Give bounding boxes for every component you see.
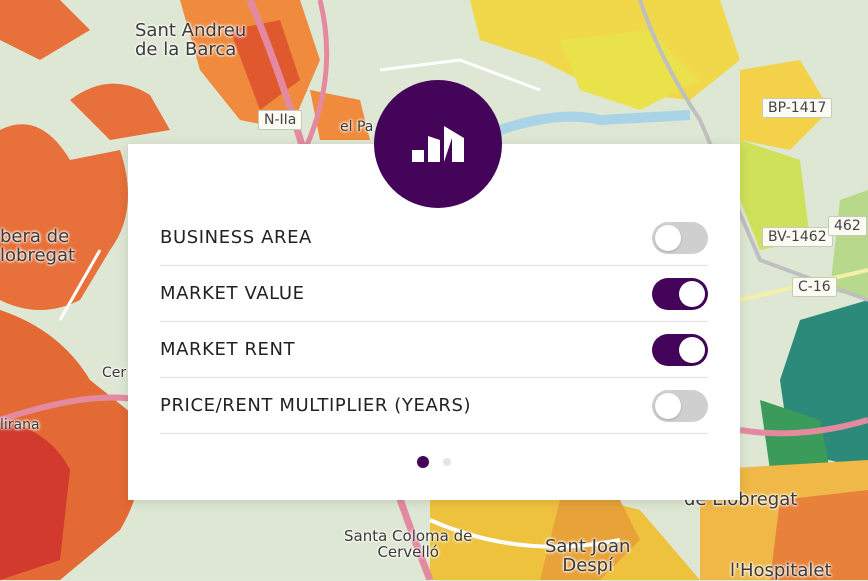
toggle-label-market-value: MARKET VALUE (160, 283, 305, 304)
toggle-label-business-area: BUSINESS AREA (160, 227, 312, 248)
market-value-toggle[interactable] (652, 277, 708, 310)
map-label-hospitalet: l'Hospitalet (730, 560, 832, 581)
pagination-dot-1[interactable] (417, 456, 429, 468)
toggle-row-market-value: MARKET VALUE (160, 266, 708, 322)
road-shield-bv-1462: BV-1462 (762, 227, 833, 247)
market-rent-toggle[interactable] (652, 333, 708, 366)
map-label-sant-joan-despi: Sant Joan Despí (545, 536, 631, 576)
map-label-sant-andreu: Sant Andreu de la Barca (135, 20, 247, 60)
toggle-knob (679, 336, 705, 363)
toggle-row-price-rent-multiplier: PRICE/RENT MULTIPLIER (YEARS) (160, 378, 708, 434)
road-shield-c-16: C-16 (792, 277, 837, 297)
map-label-cer: Cer (102, 365, 127, 381)
layer-toggle-list: BUSINESS AREA MARKET VALUE MARKET RENT P… (160, 210, 708, 434)
pagination-dot-2[interactable] (443, 458, 451, 466)
pagination-dots (128, 456, 740, 468)
toggle-knob (655, 224, 681, 251)
brand-bars-icon (412, 126, 464, 162)
toggle-row-market-rent: MARKET RENT (160, 322, 708, 378)
road-shield-n-iia: N-IIa (258, 110, 303, 130)
road-shield-bp-1417: BP-1417 (762, 98, 833, 118)
toggle-row-business-area: BUSINESS AREA (160, 210, 708, 266)
toggle-knob (679, 280, 705, 307)
toggle-label-price-rent-multiplier: PRICE/RENT MULTIPLIER (YEARS) (160, 395, 472, 416)
toggle-label-market-rent: MARKET RENT (160, 339, 296, 360)
map-label-lirana: lirana (0, 417, 40, 433)
toggle-knob (655, 392, 681, 419)
business-area-toggle[interactable] (652, 221, 708, 254)
map-label-el-pa: el Pa (340, 119, 374, 135)
price-rent-multiplier-toggle[interactable] (652, 389, 708, 422)
road-shield-462: 462 (828, 216, 867, 236)
map-label-santa-coloma: Santa Coloma de Cervelló (344, 527, 473, 561)
map-label-bera-de-lobregat: bera de lobregat (0, 226, 76, 266)
brand-logo (374, 80, 502, 208)
